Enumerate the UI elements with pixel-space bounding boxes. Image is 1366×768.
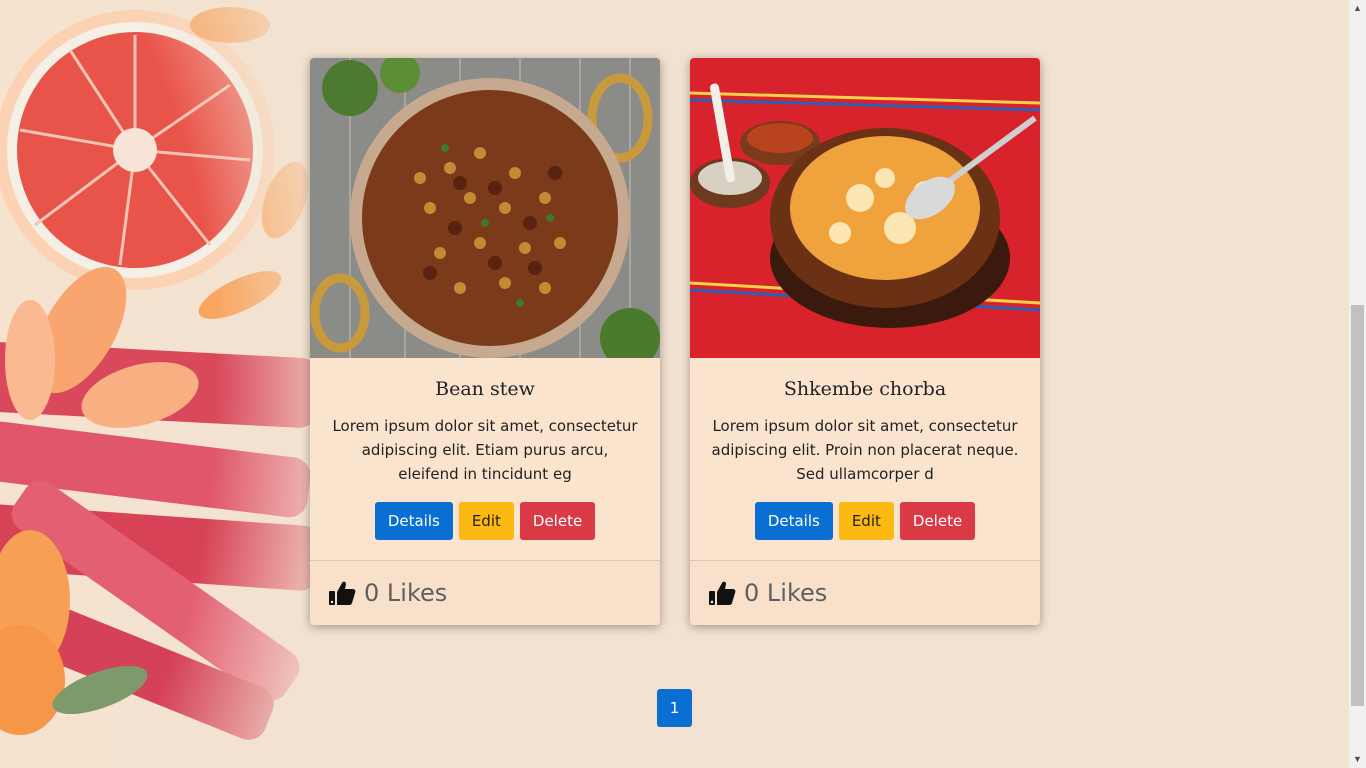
pagination: 1	[657, 689, 692, 727]
scroll-up-icon[interactable]: ▲	[1349, 0, 1366, 17]
recipe-description: Lorem ipsum dolor sit amet, consectetur …	[332, 417, 638, 483]
card-body: Shkembe chorba Lorem ipsum dolor sit ame…	[690, 378, 1040, 540]
recipe-image	[310, 58, 660, 358]
thumbs-up-icon[interactable]	[328, 579, 356, 607]
thumbs-up-icon[interactable]	[708, 579, 736, 607]
recipe-description: Lorem ipsum dolor sit amet, consectetur …	[711, 417, 1019, 483]
like-button[interactable]: 0 Likes	[328, 579, 447, 607]
details-button[interactable]: Details	[374, 502, 453, 540]
scrollbar-thumb[interactable]	[1351, 305, 1364, 706]
bean-stew-photo	[310, 58, 660, 358]
edit-button[interactable]: Edit	[838, 502, 894, 540]
recipe-card: Bean stew Lorem ipsum dolor sit amet, co…	[310, 58, 660, 625]
recipe-image	[690, 58, 1040, 358]
likes-count: 0 Likes	[744, 579, 828, 607]
recipe-title: Shkembe chorba	[783, 378, 947, 400]
page-1-button[interactable]: 1	[657, 689, 692, 727]
recipe-title: Bean stew	[435, 378, 535, 400]
edit-button[interactable]: Edit	[458, 502, 514, 540]
card-footer: 0 Likes	[310, 560, 660, 625]
vertical-scrollbar[interactable]: ▲ ▼	[1349, 0, 1366, 768]
card-footer: 0 Likes	[690, 560, 1040, 625]
recipe-card: Shkembe chorba Lorem ipsum dolor sit ame…	[690, 58, 1040, 625]
likes-count: 0 Likes	[364, 579, 448, 607]
fruit-background-image	[0, 0, 360, 768]
like-button[interactable]: 0 Likes	[708, 579, 827, 607]
card-actions: Details Edit Delete	[710, 502, 1020, 540]
details-button[interactable]: Details	[754, 502, 833, 540]
background-decoration	[0, 0, 360, 768]
delete-button[interactable]: Delete	[899, 502, 976, 540]
card-body: Bean stew Lorem ipsum dolor sit amet, co…	[310, 378, 660, 540]
scroll-down-icon[interactable]: ▼	[1349, 751, 1366, 768]
shkembe-chorba-photo	[690, 58, 1040, 358]
delete-button[interactable]: Delete	[519, 502, 596, 540]
card-actions: Details Edit Delete	[330, 502, 640, 540]
